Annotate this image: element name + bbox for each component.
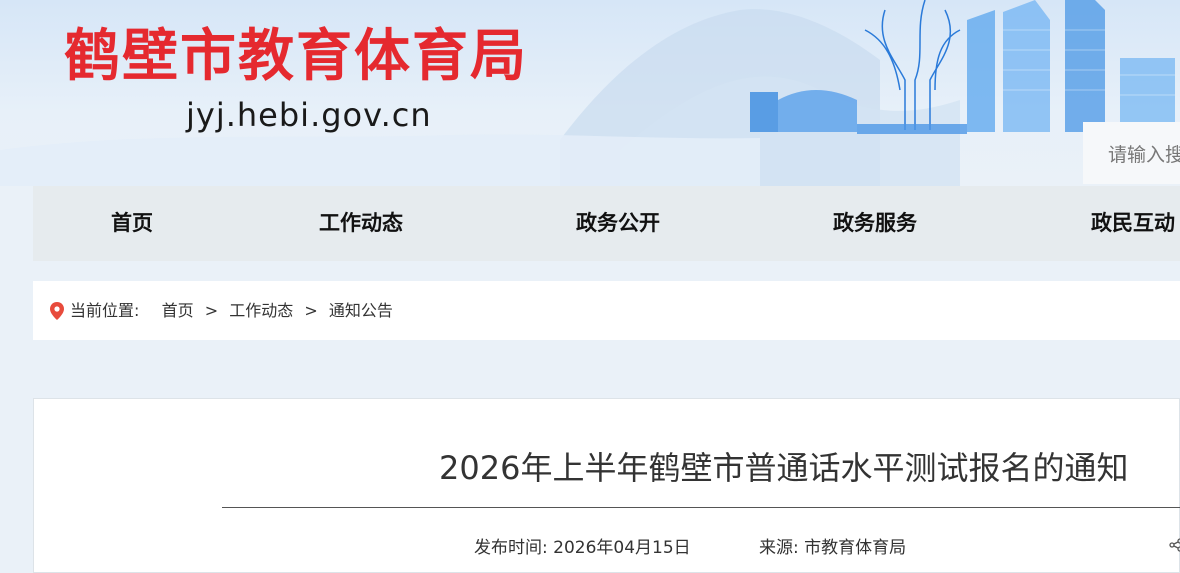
- breadcrumb-item-notices[interactable]: 通知公告: [329, 301, 393, 320]
- breadcrumb-separator: >: [204, 301, 219, 320]
- nav-item-public-interaction[interactable]: 政民互动: [1091, 186, 1175, 261]
- nav-item-gov-affairs-open[interactable]: 政务公开: [576, 186, 660, 261]
- publish-date-value: 2026年04月15日: [553, 538, 691, 558]
- city-skyline-illustration: [750, 0, 1175, 134]
- site-title: 鹤壁市教育体育局: [64, 24, 528, 89]
- article-panel: 2026年上半年鹤壁市普通话水平测试报名的通知 发布时间: 2026年04月15…: [33, 398, 1180, 573]
- nav-item-gov-services[interactable]: 政务服务: [833, 186, 917, 261]
- nav-item-home[interactable]: 首页: [111, 186, 153, 261]
- site-domain: jyj.hebi.gov.cn: [186, 96, 432, 134]
- article-source: 来源: 市教育体育局: [759, 533, 906, 558]
- location-pin-icon: [50, 302, 64, 320]
- publish-label: 发布时间:: [474, 538, 548, 558]
- nav-item-work-news[interactable]: 工作动态: [319, 186, 403, 261]
- share-icon[interactable]: [1169, 538, 1180, 552]
- search-input[interactable]: 请输入搜: [1083, 122, 1180, 184]
- source-label: 来源:: [759, 538, 799, 558]
- breadcrumb-prefix: 当前位置:: [70, 301, 140, 320]
- article-title: 2026年上半年鹤壁市普通话水平测试报名的通知: [439, 449, 1129, 487]
- publish-date: 发布时间: 2026年04月15日: [474, 533, 691, 558]
- main-nav: 首页 工作动态 政务公开 政务服务 政民互动: [33, 186, 1180, 261]
- breadcrumb-text: 当前位置: 首页 > 工作动态 > 通知公告: [70, 281, 393, 340]
- breadcrumb-item-work-news[interactable]: 工作动态: [229, 301, 293, 320]
- title-divider: [222, 507, 1180, 508]
- source-value: 市教育体育局: [804, 538, 907, 558]
- site-header: 鹤壁市教育体育局 jyj.hebi.gov.cn 请输入搜: [0, 0, 1180, 186]
- breadcrumb: 当前位置: 首页 > 工作动态 > 通知公告: [33, 281, 1180, 340]
- breadcrumb-separator: >: [304, 301, 318, 320]
- breadcrumb-item-home[interactable]: 首页: [162, 301, 194, 320]
